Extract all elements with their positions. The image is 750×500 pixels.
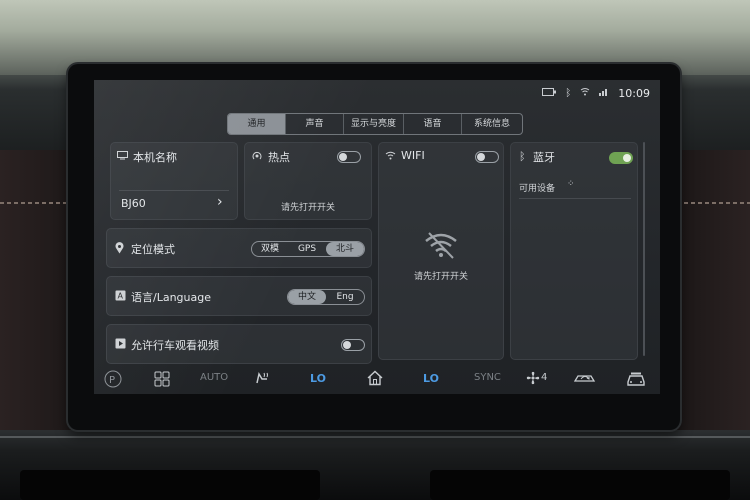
- device-name-value: BJ60: [121, 197, 146, 210]
- fan-icon[interactable]: [526, 371, 540, 388]
- divider: [119, 190, 229, 191]
- positioning-option-gps[interactable]: GPS: [288, 242, 326, 256]
- play-icon: [115, 338, 126, 352]
- home-icon[interactable]: [366, 370, 384, 389]
- driving-video-toggle[interactable]: [341, 339, 365, 351]
- tab-general[interactable]: 通用: [228, 114, 286, 134]
- language-icon: A: [115, 290, 126, 304]
- positioning-option-beidou[interactable]: 北斗: [326, 242, 364, 256]
- apps-grid-icon[interactable]: [154, 371, 170, 390]
- infotainment-screen: ᛒ 10:09 通用 声音 显示与亮度 语音 系统信息 本机名称 BJ60 › …: [94, 80, 660, 394]
- device-name-card[interactable]: 本机名称 BJ60 ›: [110, 142, 238, 220]
- positioning-card: 定位模式 双模 GPS 北斗: [106, 228, 372, 268]
- language-selector: 中文 Eng: [287, 289, 365, 305]
- positioning-title: 定位模式: [131, 243, 175, 256]
- seat-heat-icon[interactable]: [254, 371, 270, 388]
- bluetooth-toggle[interactable]: [609, 152, 633, 164]
- available-devices-label: 可用设备: [519, 184, 556, 194]
- bluetooth-title: 蓝牙: [533, 151, 555, 164]
- air-vent-left: [20, 470, 320, 500]
- clock: 10:09: [618, 86, 650, 100]
- wifi-title: WIFI: [401, 149, 425, 162]
- dashboard-right-trim: [670, 150, 750, 440]
- language-title: 语言/Language: [131, 291, 211, 304]
- car-settings-icon[interactable]: [626, 371, 646, 390]
- chevron-right-icon[interactable]: ›: [217, 194, 223, 210]
- tab-display[interactable]: 显示与亮度: [344, 114, 404, 134]
- language-card: A 语言/Language 中文 Eng: [106, 276, 372, 316]
- tab-sound[interactable]: 声音: [286, 114, 344, 134]
- settings-tabs: 通用 声音 显示与亮度 语音 系统信息: [227, 113, 523, 135]
- location-pin-icon: [115, 242, 124, 257]
- hotspot-toggle[interactable]: [337, 151, 361, 163]
- dashboard-lower-panel: [0, 430, 750, 500]
- right-temperature[interactable]: LO: [423, 372, 439, 385]
- battery-icon: [542, 87, 557, 99]
- air-vent-right: [430, 470, 730, 500]
- bluetooth-icon: ᛒ: [519, 150, 526, 163]
- language-option-chinese[interactable]: 中文: [288, 290, 326, 304]
- scrollbar[interactable]: [643, 142, 645, 356]
- wifi-off-icon: [423, 231, 459, 262]
- wifi-card: WIFI 请先打开开关: [378, 142, 504, 360]
- loading-spinner-icon: ⁘: [567, 179, 575, 189]
- auto-button[interactable]: AUTO: [200, 372, 228, 383]
- wifi-toggle[interactable]: [475, 151, 499, 163]
- wifi-hint: 请先打开开关: [413, 272, 468, 282]
- hotspot-hint: 请先打开开关: [280, 203, 335, 213]
- language-option-english[interactable]: Eng: [326, 290, 364, 304]
- tab-system-info[interactable]: 系统信息: [462, 114, 522, 134]
- device-name-title: 本机名称: [133, 151, 177, 164]
- sync-button[interactable]: SYNC: [474, 372, 501, 383]
- parking-assist-icon[interactable]: P: [104, 370, 122, 391]
- hotspot-icon: [251, 150, 263, 164]
- fan-level: 4: [541, 372, 548, 383]
- tab-voice[interactable]: 语音: [404, 114, 462, 134]
- status-bar: ᛒ 10:09: [542, 86, 650, 100]
- bluetooth-status-icon: ᛒ: [565, 87, 572, 99]
- driving-video-title: 允许行车观看视频: [131, 339, 219, 352]
- signal-icon: [599, 87, 609, 99]
- positioning-option-dual[interactable]: 双模: [252, 242, 288, 256]
- hotspot-title: 热点: [268, 151, 290, 164]
- driving-video-card: 允许行车观看视频: [106, 324, 372, 364]
- divider: [519, 198, 631, 199]
- wifi-status-icon: [580, 87, 590, 99]
- air-circulation-icon[interactable]: [573, 372, 596, 387]
- svg-text:P: P: [109, 375, 115, 386]
- bluetooth-card: ᛒ 蓝牙 可用设备 ⁘: [510, 142, 638, 360]
- positioning-selector: 双模 GPS 北斗: [251, 241, 365, 257]
- left-temperature[interactable]: LO: [310, 372, 326, 385]
- hotspot-card: 热点 请先打开开关: [244, 142, 372, 220]
- climate-dock: P AUTO LO LO SYNC 4: [94, 363, 660, 394]
- computer-icon: [117, 151, 128, 163]
- svg-text:A: A: [118, 292, 124, 301]
- wifi-icon: [385, 151, 396, 163]
